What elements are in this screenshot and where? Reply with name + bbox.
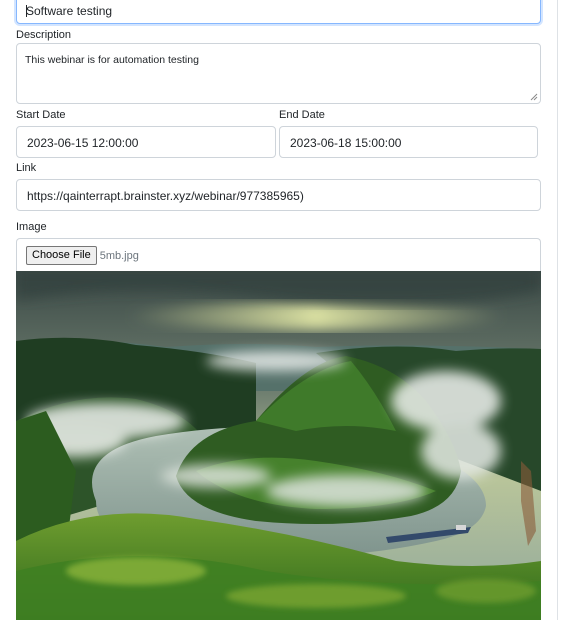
resize-grip-icon[interactable] <box>530 93 538 101</box>
description-value: This webinar is for automation testing <box>25 54 199 66</box>
title-input[interactable]: Software testing <box>16 0 541 24</box>
image-file-input[interactable]: Choose File 5mb.jpg <box>16 238 541 271</box>
link-value: https://qainterrapt.brainster.xyz/webina… <box>27 189 304 203</box>
image-label: Image <box>16 221 47 233</box>
end-date-input[interactable]: 2023-06-18 15:00:00 <box>279 126 538 158</box>
selected-file-name: 5mb.jpg <box>99 249 139 262</box>
link-label: Link <box>16 162 37 174</box>
choose-file-button[interactable]: Choose File <box>26 246 97 265</box>
description-label: Description <box>16 29 72 41</box>
webinar-form: Software testing Description This webina… <box>0 0 561 620</box>
start-date-label: Start Date <box>16 109 66 121</box>
link-input[interactable]: https://qainterrapt.brainster.xyz/webina… <box>16 179 541 211</box>
image-preview <box>16 271 541 620</box>
start-date-value: 2023-06-15 12:00:00 <box>27 136 139 150</box>
description-textarea[interactable]: This webinar is for automation testing <box>16 43 541 104</box>
start-date-input[interactable]: 2023-06-15 12:00:00 <box>16 126 276 158</box>
end-date-value: 2023-06-18 15:00:00 <box>290 136 402 150</box>
end-date-label: End Date <box>279 109 325 121</box>
title-input-value: Software testing <box>26 4 113 18</box>
panel-border <box>557 0 558 620</box>
